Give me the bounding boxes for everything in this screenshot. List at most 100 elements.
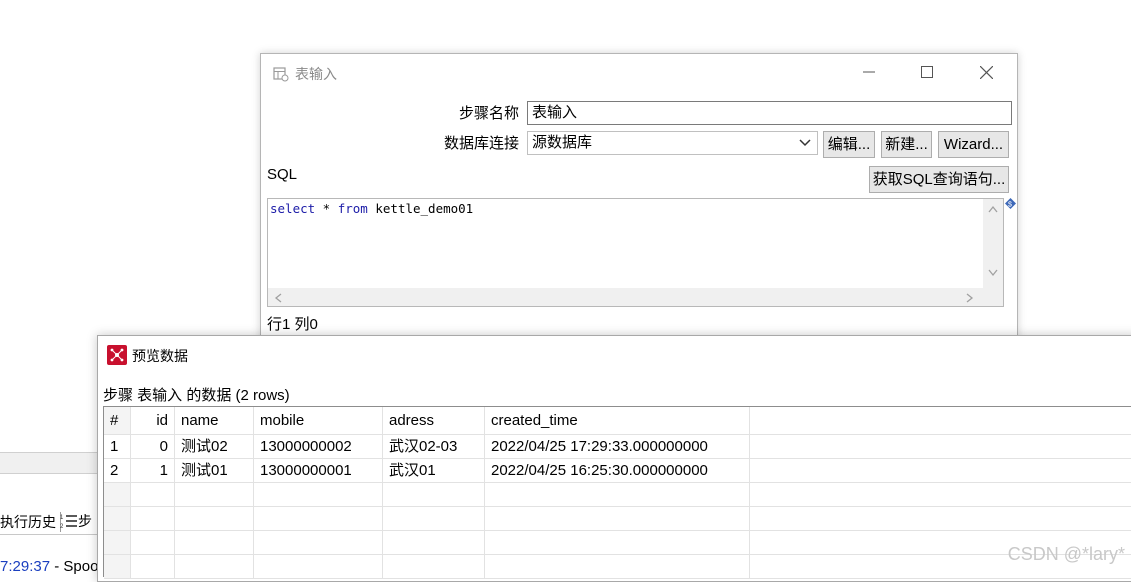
- table-cell[interactable]: 武汉02-03: [383, 435, 485, 459]
- table-cell[interactable]: 1: [131, 459, 175, 483]
- sql-table: kettle_demo01: [367, 201, 474, 216]
- empty-cell: [131, 483, 175, 507]
- empty-cell: [750, 483, 1131, 507]
- chevron-down-icon: [799, 132, 811, 161]
- background-tab-bar: 执行历史 12 步: [0, 508, 100, 535]
- scrollbar-corner: [983, 288, 1003, 306]
- table-row-filler: [750, 459, 1131, 483]
- preview-caption: 步骤 表输入 的数据 (2 rows): [103, 387, 290, 404]
- empty-cell: [254, 531, 383, 555]
- log-text: - Spoo: [50, 558, 99, 575]
- table-row-filler: [750, 435, 1131, 459]
- close-icon: [979, 65, 993, 79]
- empty-cell: [175, 483, 254, 507]
- table-cell[interactable]: 13000000002: [254, 435, 383, 459]
- table-cell[interactable]: 武汉01: [383, 459, 485, 483]
- row-number: 1: [104, 435, 131, 459]
- table-header-cell[interactable]: name: [175, 407, 254, 435]
- svg-text:1: 1: [60, 515, 64, 521]
- edit-button[interactable]: 编辑...: [823, 131, 875, 158]
- get-sql-button[interactable]: 获取SQL查询语句...: [869, 166, 1009, 193]
- empty-row-number: [104, 531, 131, 555]
- empty-cell: [175, 507, 254, 531]
- empty-cell: [175, 531, 254, 555]
- minimize-icon: [863, 71, 875, 73]
- empty-cell: [383, 555, 485, 579]
- tab-steps-label: 步: [78, 513, 92, 529]
- sql-label: SQL: [267, 166, 298, 183]
- variable-icon: $: [1005, 198, 1016, 209]
- minimize-button[interactable]: [857, 60, 881, 84]
- vertical-scrollbar[interactable]: [983, 199, 1003, 289]
- tab-steps[interactable]: 12 步: [60, 511, 92, 531]
- empty-cell: [131, 507, 175, 531]
- scroll-up-icon: [988, 205, 998, 213]
- empty-cell: [485, 507, 750, 531]
- dialog-title: 表输入: [295, 66, 337, 82]
- maximize-icon: [921, 66, 933, 78]
- empty-cell: [750, 507, 1131, 531]
- watermark: CSDN @*lary*: [1007, 544, 1125, 564]
- table-cell[interactable]: 13000000001: [254, 459, 383, 483]
- table-header-filler: [750, 407, 1131, 435]
- dialog-title-bar: 表输入: [273, 64, 337, 84]
- scroll-right-icon: [966, 293, 974, 303]
- tab-execution-history[interactable]: 执行历史: [0, 512, 61, 532]
- table-input-dialog: 表输入 步骤名称 表输入 数据库连接 源数据库 编辑... 新建... Wiza…: [260, 53, 1018, 355]
- empty-cell: [485, 555, 750, 579]
- empty-cell: [485, 531, 750, 555]
- db-connection-select[interactable]: 源数据库: [527, 131, 818, 155]
- empty-row-number: [104, 483, 131, 507]
- sql-operator: *: [315, 201, 338, 216]
- empty-cell: [175, 555, 254, 579]
- step-name-label: 步骤名称: [458, 105, 519, 122]
- empty-cell: [254, 483, 383, 507]
- preview-data-dialog: 预览数据 步骤 表输入 的数据 (2 rows) # id name mobil…: [97, 335, 1131, 582]
- empty-cell: [485, 483, 750, 507]
- db-connection-value: 源数据库: [532, 134, 593, 151]
- table-header-cell[interactable]: adress: [383, 407, 485, 435]
- empty-row-number: [104, 555, 131, 579]
- sql-editor[interactable]: select * from kettle_demo01: [267, 198, 1004, 307]
- empty-cell: [383, 507, 485, 531]
- preview-data-icon: [107, 345, 127, 365]
- svg-text:2: 2: [60, 524, 64, 529]
- table-header-cell[interactable]: mobile: [254, 407, 383, 435]
- preview-table: # id name mobile adress created_time 1 0…: [103, 406, 1131, 579]
- svg-text:$: $: [1008, 202, 1012, 209]
- table-cell[interactable]: 2022/04/25 17:29:33.000000000: [485, 435, 750, 459]
- empty-cell: [254, 555, 383, 579]
- new-button[interactable]: 新建...: [881, 131, 932, 158]
- db-connection-label: 数据库连接: [443, 135, 519, 152]
- sql-keyword: select: [270, 201, 316, 216]
- empty-cell: [383, 483, 485, 507]
- table-cell[interactable]: 0: [131, 435, 175, 459]
- empty-cell: [131, 531, 175, 555]
- scroll-left-icon: [274, 293, 282, 303]
- wizard-button[interactable]: Wizard...: [938, 131, 1009, 158]
- list-icon: 12: [60, 515, 77, 529]
- empty-cell: [131, 555, 175, 579]
- empty-row-number: [104, 507, 131, 531]
- table-header-cell[interactable]: created_time: [485, 407, 750, 435]
- cursor-position: 行1 列0: [267, 316, 318, 333]
- step-name-field[interactable]: 表输入: [527, 101, 1012, 125]
- scroll-down-icon: [988, 269, 998, 277]
- table-header-cell[interactable]: #: [104, 407, 131, 435]
- table-cell[interactable]: 测试01: [175, 459, 254, 483]
- row-number: 2: [104, 459, 131, 483]
- sql-text: select * from kettle_demo01: [270, 201, 473, 216]
- horizontal-scrollbar[interactable]: [268, 288, 984, 306]
- preview-dialog-title: 预览数据: [132, 348, 188, 364]
- table-cell[interactable]: 测试02: [175, 435, 254, 459]
- table-header-cell[interactable]: id: [131, 407, 175, 435]
- sql-keyword: from: [337, 201, 368, 216]
- background-toolbar-band: [0, 452, 100, 474]
- empty-cell: [254, 507, 383, 531]
- table-cell[interactable]: 2022/04/25 16:25:30.000000000: [485, 459, 750, 483]
- header-hash: #: [110, 412, 119, 429]
- close-button[interactable]: [974, 60, 998, 84]
- maximize-button[interactable]: [915, 60, 939, 84]
- log-time: 7:29:37: [0, 558, 51, 575]
- table-input-icon: [273, 67, 289, 82]
